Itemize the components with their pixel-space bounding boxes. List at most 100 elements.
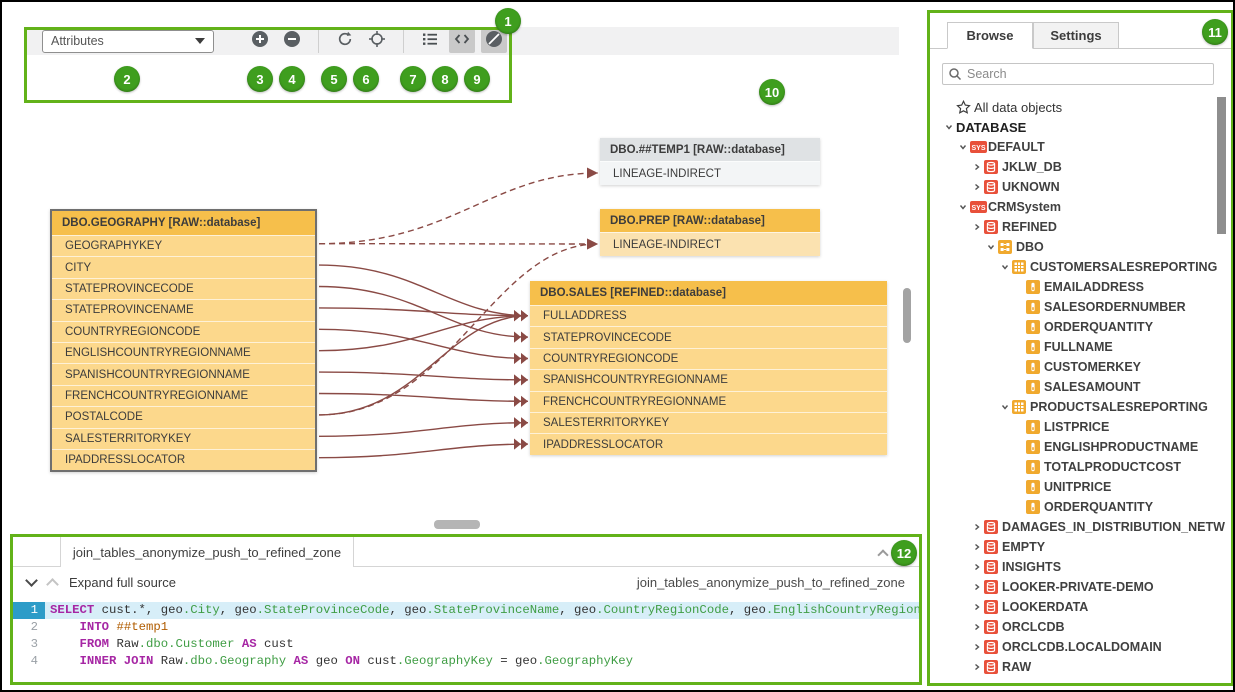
- lineage-column-row[interactable]: POSTALCODE: [52, 406, 315, 427]
- lineage-column-row[interactable]: STATEPROVINCECODE: [52, 278, 315, 299]
- lineage-table-temp1[interactable]: DBO.##TEMP1 [RAW::database]LINEAGE-INDIR…: [600, 138, 820, 185]
- chevron-down-icon[interactable]: [956, 142, 970, 152]
- chevron-down-icon[interactable]: [956, 202, 970, 212]
- tree-item-fullname[interactable]: FULLNAME: [930, 337, 1231, 357]
- database-icon: [984, 640, 1002, 654]
- tree-item-productsalesreporting[interactable]: PRODUCTSALESREPORTING: [930, 397, 1231, 417]
- tree-item-insights[interactable]: INSIGHTS: [930, 557, 1231, 577]
- lineage-column-row[interactable]: IPADDRESSLOCATOR: [530, 433, 887, 454]
- column-icon: [1026, 320, 1044, 334]
- lineage-column-row[interactable]: FRENCHCOUNTRYREGIONNAME: [52, 385, 315, 406]
- collapse-panel-icon[interactable]: [879, 546, 887, 564]
- chevron-right-icon[interactable]: [942, 682, 956, 683]
- lineage-table-geography[interactable]: DBO.GEOGRAPHY [RAW::database]GEOGRAPHYKE…: [50, 209, 317, 472]
- tree-item-all-data-objects[interactable]: All data objects: [930, 97, 1231, 117]
- chevron-down-icon[interactable]: [998, 402, 1012, 412]
- chevron-right-icon[interactable]: [970, 562, 984, 572]
- sidebar-scrollbar[interactable]: [1217, 97, 1226, 234]
- chevron-right-icon[interactable]: [970, 522, 984, 532]
- tree-item-uknown[interactable]: UKNOWN: [930, 177, 1231, 197]
- lineage-column-row[interactable]: FRENCHCOUNTRYREGIONNAME: [530, 391, 887, 412]
- chevron-right-icon[interactable]: [970, 642, 984, 652]
- tab-join-tables-anonymize[interactable]: join_tables_anonymize_push_to_refined_zo…: [60, 537, 354, 567]
- zoom-in-button[interactable]: [247, 29, 273, 53]
- lineage-column-row[interactable]: STATEPROVINCENAME: [52, 299, 315, 320]
- lineage-table-sales[interactable]: DBO.SALES [REFINED::database]FULLADDRESS…: [530, 281, 887, 455]
- crosshair-button[interactable]: [364, 29, 390, 53]
- chevron-right-icon[interactable]: [970, 582, 984, 592]
- tree-item-crmsystem[interactable]: SYSCRMSystem: [930, 197, 1231, 217]
- refresh-button[interactable]: [332, 29, 358, 53]
- tree-item-totalproductcost[interactable]: TOTALPRODUCTCOST: [930, 457, 1231, 477]
- lineage-column-row[interactable]: LINEAGE-INDIRECT: [600, 161, 820, 185]
- tab-browse[interactable]: Browse: [947, 22, 1033, 49]
- tree-item-refined[interactable]: REFINED: [930, 217, 1231, 237]
- tab-settings[interactable]: Settings: [1033, 22, 1119, 49]
- tree-item-label: EMAILADDRESS: [1044, 280, 1144, 294]
- chevron-down-icon[interactable]: [998, 262, 1012, 272]
- list-button[interactable]: [417, 29, 443, 53]
- expand-full-source-button[interactable]: Expand full source: [69, 575, 176, 590]
- lineage-column-row[interactable]: LINEAGE-INDIRECT: [600, 232, 820, 256]
- tree-item-empty[interactable]: EMPTY: [930, 537, 1231, 557]
- tree-item-looker-private-demo[interactable]: LOOKER-PRIVATE-DEMO: [930, 577, 1231, 597]
- zoom-out-button[interactable]: [279, 29, 305, 53]
- tree-item-default[interactable]: SYSDEFAULT: [930, 137, 1231, 157]
- lineage-table-header[interactable]: DBO.GEOGRAPHY [RAW::database]: [52, 211, 315, 235]
- chevron-right-icon[interactable]: [970, 662, 984, 672]
- tree-item-emailaddress[interactable]: EMAILADDRESS: [930, 277, 1231, 297]
- tree-item-raw[interactable]: RAW: [930, 657, 1231, 677]
- chevron-right-icon[interactable]: [970, 602, 984, 612]
- search-input[interactable]: [942, 63, 1214, 85]
- tree-item-jklw-db[interactable]: JKLW_DB: [930, 157, 1231, 177]
- source-panel-tabs: join_tables_anonymize_push_to_refined_zo…: [13, 537, 919, 567]
- code-button[interactable]: [449, 29, 475, 53]
- lineage-column-row[interactable]: SPANISHCOUNTRYREGIONNAME: [52, 363, 315, 384]
- lineage-table-header[interactable]: DBO.##TEMP1 [RAW::database]: [600, 138, 820, 161]
- lineage-table-header[interactable]: DBO.SALES [REFINED::database]: [530, 281, 887, 305]
- tree-item-database[interactable]: DATABASE: [930, 117, 1231, 137]
- tree-item-customersalesreporting[interactable]: CUSTOMERSALESREPORTING: [930, 257, 1231, 277]
- tree-item-orderquantity[interactable]: ORDERQUANTITY: [930, 317, 1231, 337]
- chevron-right-icon[interactable]: [970, 542, 984, 552]
- lineage-column-row[interactable]: ENGLISHCOUNTRYREGIONNAME: [52, 342, 315, 363]
- chevron-right-icon[interactable]: [970, 162, 984, 172]
- tree-item-orclcdb-localdomain[interactable]: ORCLCDB.LOCALDOMAIN: [930, 637, 1231, 657]
- tree-item-lookerdata[interactable]: LOOKERDATA: [930, 597, 1231, 617]
- step-down-icon[interactable]: [25, 574, 38, 587]
- tree-item-listprice[interactable]: LISTPRICE: [930, 417, 1231, 437]
- tree-item-englishproductname[interactable]: ENGLISHPRODUCTNAME: [930, 437, 1231, 457]
- tree-item-salesordernumber[interactable]: SALESORDERNUMBER: [930, 297, 1231, 317]
- chevron-right-icon[interactable]: [970, 222, 984, 232]
- tree-item-orclcdb[interactable]: ORCLCDB: [930, 617, 1231, 637]
- lineage-canvas[interactable]: DBO.GEOGRAPHY [RAW::database]GEOGRAPHYKE…: [2, 2, 922, 534]
- canvas-vertical-scrollbar[interactable]: [903, 288, 911, 343]
- tree-item-infa[interactable]: INFA: [930, 677, 1231, 683]
- lineage-column-row[interactable]: CITY: [52, 256, 315, 277]
- lineage-table-prep[interactable]: DBO.PREP [RAW::database]LINEAGE-INDIRECT: [600, 209, 820, 256]
- lineage-column-row[interactable]: COUNTRYREGIONCODE: [530, 348, 887, 369]
- lineage-column-row[interactable]: SALESTERRITORYKEY: [52, 428, 315, 449]
- tree-item-salesamount[interactable]: SALESAMOUNT: [930, 377, 1231, 397]
- attributes-dropdown[interactable]: Attributes: [42, 30, 214, 53]
- lineage-column-row[interactable]: FULLADDRESS: [530, 305, 887, 326]
- tree-item-orderquantity[interactable]: ORDERQUANTITY: [930, 497, 1231, 517]
- lineage-column-row[interactable]: SPANISHCOUNTRYREGIONNAME: [530, 369, 887, 390]
- step-up-icon[interactable]: [46, 578, 59, 591]
- chevron-right-icon[interactable]: [970, 182, 984, 192]
- canvas-horizontal-scrollbar[interactable]: [434, 520, 480, 529]
- tree-item-customerkey[interactable]: CUSTOMERKEY: [930, 357, 1231, 377]
- lineage-edge: [319, 394, 528, 402]
- lineage-table-header[interactable]: DBO.PREP [RAW::database]: [600, 209, 820, 232]
- lineage-column-row[interactable]: STATEPROVINCECODE: [530, 326, 887, 347]
- chevron-right-icon[interactable]: [970, 622, 984, 632]
- tree-item-dbo[interactable]: DBO: [930, 237, 1231, 257]
- lineage-column-row[interactable]: GEOGRAPHYKEY: [52, 235, 315, 256]
- tree-item-unitprice[interactable]: UNITPRICE: [930, 477, 1231, 497]
- lineage-column-row[interactable]: IPADDRESSLOCATOR: [52, 449, 315, 470]
- tree-item-damages-in-distribution-netw[interactable]: DAMAGES_IN_DISTRIBUTION_NETW: [930, 517, 1231, 537]
- lineage-column-row[interactable]: SALESTERRITORYKEY: [530, 412, 887, 433]
- lineage-column-row[interactable]: COUNTRYREGIONCODE: [52, 321, 315, 342]
- chevron-down-icon[interactable]: [984, 242, 998, 252]
- chevron-down-icon[interactable]: [942, 122, 956, 132]
